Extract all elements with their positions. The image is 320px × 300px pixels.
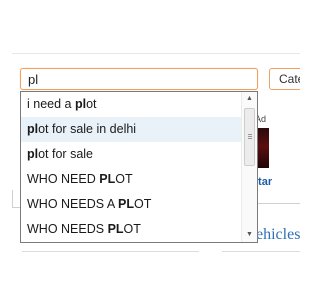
suggestion-match: pl [27, 122, 39, 136]
suggestion-item[interactable]: WHO NEEDS PLOT [21, 217, 242, 242]
suggestion-item[interactable]: i need a plot [21, 92, 242, 117]
suggestion-text: ot [86, 97, 97, 111]
scroll-down-icon[interactable]: ▼ [242, 228, 257, 242]
suggestion-text: OT [115, 172, 133, 186]
suggestion-match: PL [107, 222, 124, 236]
dropdown-scrollbar[interactable]: ▲ ▼ [241, 92, 257, 242]
suggestion-text: WHO NEEDS A [27, 197, 118, 211]
suggestion-match: PL [118, 197, 134, 211]
suggestion-text: i need a [27, 97, 75, 111]
vehicles-link[interactable]: ehicles [256, 226, 300, 244]
suggestion-item[interactable]: plot for sale in delhi [21, 117, 242, 142]
grip-icon [248, 134, 252, 139]
suggestion-match: pl [74, 97, 87, 111]
suggestion-match: pl [27, 147, 39, 161]
scroll-up-icon[interactable]: ▲ [242, 92, 257, 106]
suggestion-item[interactable]: WHO NEED PLOT [21, 167, 242, 192]
suggestion-text: WHO NEED [27, 172, 100, 186]
header-divider [12, 53, 300, 54]
suggestion-text: ot for sale [38, 147, 93, 161]
suggestion-text: WHO NEEDS [27, 222, 108, 236]
scroll-thumb[interactable] [244, 108, 255, 166]
search-input[interactable] [20, 68, 258, 90]
suggestion-text: OT [123, 222, 141, 236]
suggestion-item[interactable]: plot for sale [21, 142, 242, 167]
suggestion-text: ot for sale in delhi [38, 122, 137, 136]
category-select[interactable]: Cate [269, 68, 300, 90]
suggestion-list: i need a plot plot for sale in delhi plot … [21, 92, 242, 242]
section-divider [22, 251, 199, 252]
suggestion-match: PL [99, 172, 116, 186]
page: Ad itar ehicles Cate i need a plotplot f… [0, 0, 300, 300]
suggestion-text: OT [133, 197, 152, 211]
suggestion-item[interactable]: WHO NEEDS A PLOT [21, 192, 242, 217]
section-divider [222, 251, 300, 252]
autocomplete-dropdown: i need a plot plot for sale in delhi plot … [20, 91, 258, 243]
